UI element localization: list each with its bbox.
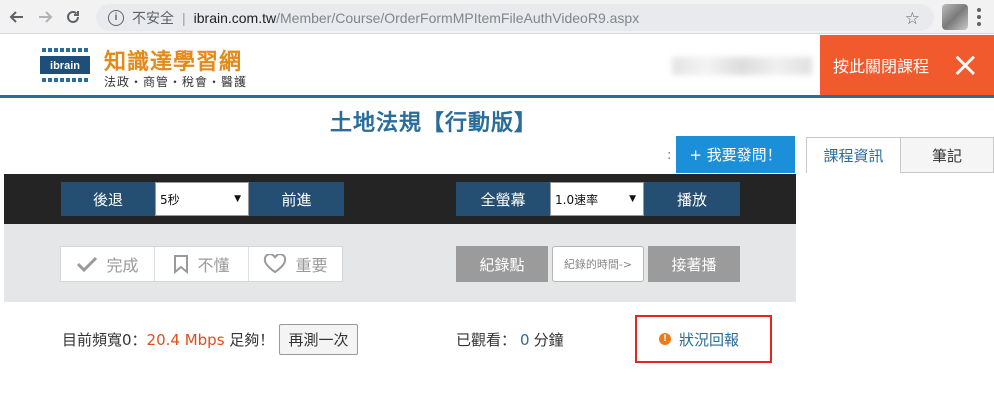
- close-course-label: 按此關閉課程: [833, 57, 930, 76]
- url-path: /Member/Course/OrderFormMPItemFileAuthVi…: [276, 9, 640, 26]
- bandwidth-prefix: 目前頻寬0：: [62, 331, 147, 349]
- site-title: 知識達學習網: [104, 50, 243, 75]
- browser-menu-icon[interactable]: [976, 8, 982, 26]
- address-bar[interactable]: i 不安全 | ibrain.com.tw/Member/Course/Orde…: [96, 4, 934, 31]
- resume-play-button[interactable]: 接著播: [648, 246, 740, 282]
- header-divider: [0, 95, 994, 98]
- speed-select-value: 1.0速率: [555, 192, 599, 207]
- mark-done-label: 完成: [106, 256, 139, 275]
- close-course-button[interactable]: 按此關閉課程 ×: [820, 35, 994, 95]
- watched-value: 0: [520, 331, 530, 349]
- course-title: 土地法規【行動版】: [330, 111, 538, 136]
- user-name-blurred: [672, 57, 812, 75]
- heart-icon: [264, 254, 287, 274]
- bookmark-time-field[interactable]: 紀錄的時間->: [552, 246, 644, 282]
- retest-button[interactable]: 再測一次: [279, 324, 358, 355]
- chevron-down-icon: ▼: [629, 194, 636, 204]
- forward-arrow-icon[interactable]: [34, 6, 56, 28]
- security-label: 不安全: [132, 9, 174, 26]
- step-select[interactable]: 5秒 ▼: [155, 182, 249, 216]
- bandwidth-value: 20.4 Mbps: [146, 331, 225, 349]
- mark-important-button[interactable]: 重要: [249, 247, 342, 281]
- rewind-button[interactable]: 後退: [61, 182, 155, 216]
- speed-select[interactable]: 1.0速率 ▼: [550, 182, 644, 216]
- mark-done-button[interactable]: 完成: [61, 247, 155, 281]
- close-icon: ×: [951, 45, 980, 85]
- play-button[interactable]: 播放: [644, 182, 740, 216]
- browser-toolbar: i 不安全 | ibrain.com.tw/Member/Course/Orde…: [0, 0, 994, 34]
- ibrain-logo-icon: ibrain: [40, 48, 90, 82]
- chevron-down-icon: ▼: [234, 194, 241, 204]
- back-arrow-icon[interactable]: [6, 6, 28, 28]
- bandwidth-status: 目前頻寬0：20.4 Mbps 足夠！: [62, 329, 274, 350]
- watched-prefix: 已觀看：: [456, 331, 517, 349]
- mark-button-group: 完成 不懂 重要: [60, 246, 343, 282]
- bookmark-point-button[interactable]: 紀錄點: [456, 246, 548, 282]
- watched-unit: 分鐘: [533, 331, 564, 349]
- tab-notes[interactable]: 筆記: [901, 137, 994, 173]
- info-icon[interactable]: i: [108, 9, 124, 26]
- tab-course-info[interactable]: 課程資訊: [806, 137, 901, 173]
- mark-confused-button[interactable]: 不懂: [155, 247, 249, 281]
- report-issue-label: 狀況回報: [679, 330, 740, 349]
- watched-time: 已觀看： 0 分鐘: [456, 329, 564, 350]
- bookmark-icon: [174, 255, 189, 274]
- logo-mark-text: ibrain: [50, 60, 80, 72]
- site-subtitle: 法政・商管・稅會・醫護: [104, 75, 248, 89]
- check-icon: [77, 256, 98, 273]
- step-select-value: 5秒: [160, 192, 180, 207]
- reload-icon[interactable]: [62, 6, 84, 28]
- mark-important-label: 重要: [295, 256, 328, 275]
- mark-confused-label: 不懂: [197, 256, 230, 275]
- url-separator: |: [182, 9, 186, 26]
- fullscreen-button[interactable]: 全螢幕: [456, 182, 550, 216]
- url-host: ibrain.com.tw: [193, 9, 277, 26]
- bookmark-star-icon[interactable]: ☆: [905, 9, 920, 29]
- report-issue-link[interactable]: ! 狀況回報: [635, 315, 772, 363]
- profile-avatar[interactable]: [942, 4, 968, 30]
- ask-question-button[interactable]: + 我要發問！: [676, 136, 795, 173]
- forward-button[interactable]: 前進: [249, 182, 344, 216]
- warning-icon: !: [659, 333, 671, 345]
- ask-prefix: :: [667, 148, 672, 163]
- bandwidth-suffix: 足夠！: [229, 331, 275, 349]
